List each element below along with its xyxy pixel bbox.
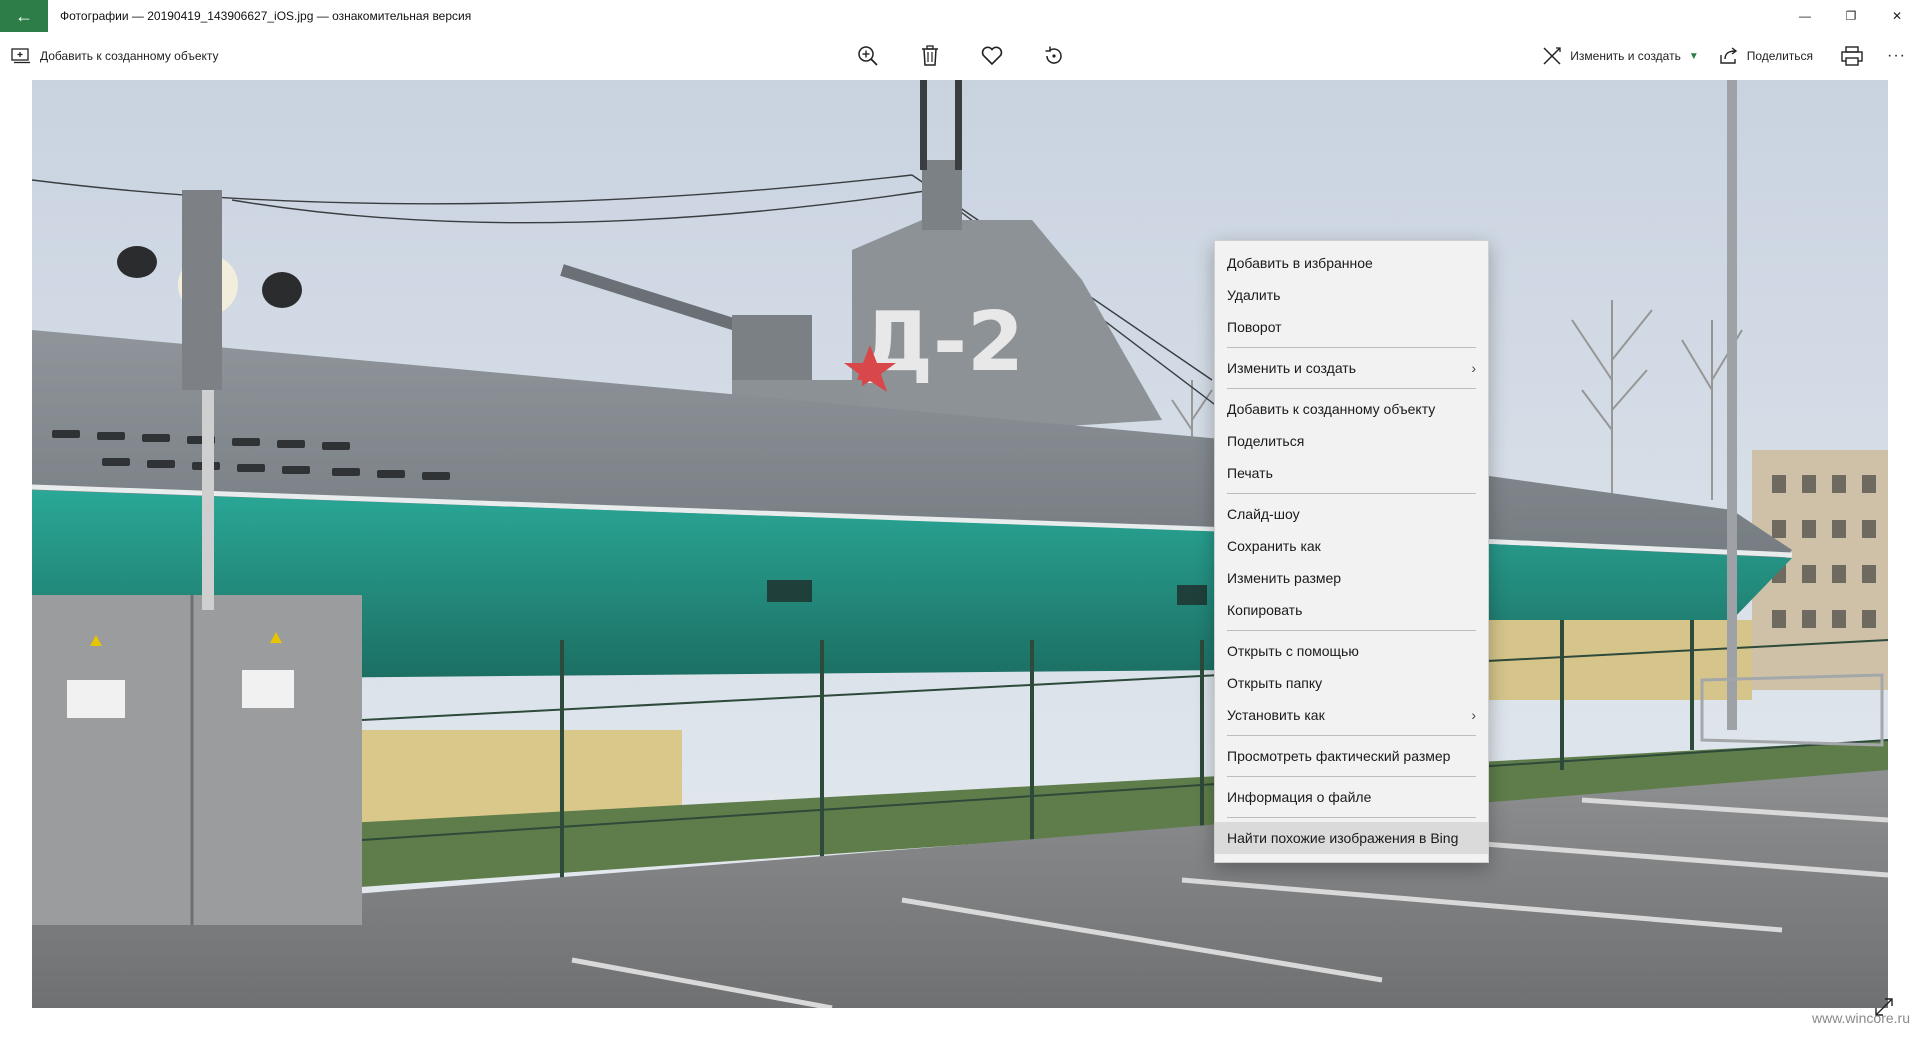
minimize-icon: — xyxy=(1799,9,1811,23)
menu-item-share[interactable]: Поделиться xyxy=(1215,425,1488,457)
menu-item-label: Печать xyxy=(1227,465,1273,481)
menu-item-label: Информация о файле xyxy=(1227,789,1372,805)
menu-separator xyxy=(1227,630,1476,631)
more-button[interactable]: ··· xyxy=(1881,32,1920,80)
menu-item-copy[interactable]: Копировать xyxy=(1215,594,1488,626)
menu-item-resize[interactable]: Изменить размер xyxy=(1215,562,1488,594)
add-to-creation-button[interactable]: Добавить к созданному объекту xyxy=(10,32,219,80)
menu-item-add-to-creation[interactable]: Добавить к созданному объекту xyxy=(1215,393,1488,425)
menu-item-label: Открыть папку xyxy=(1227,675,1323,691)
menu-item-edit-create[interactable]: Изменить и создать › xyxy=(1215,352,1488,384)
menu-item-actual-size[interactable]: Просмотреть фактический размер xyxy=(1215,740,1488,772)
menu-item-label: Сохранить как xyxy=(1227,538,1321,554)
restore-button[interactable]: ❐ xyxy=(1828,0,1874,32)
menu-item-label: Открыть с помощью xyxy=(1227,643,1359,659)
watermark: www.wincore.ru xyxy=(1811,1010,1910,1026)
edit-create-button[interactable]: Изменить и создать ▼ xyxy=(1532,32,1708,80)
close-button[interactable]: ✕ xyxy=(1874,0,1920,32)
close-icon: ✕ xyxy=(1891,9,1903,23)
trash-icon xyxy=(922,45,938,66)
printer-icon xyxy=(1841,46,1863,66)
context-menu: Добавить в избранное Удалить Поворот Изм… xyxy=(1214,240,1489,863)
heart-icon xyxy=(981,46,1003,66)
menu-item-open-with[interactable]: Открыть с помощью xyxy=(1215,635,1488,667)
menu-separator xyxy=(1227,817,1476,818)
command-bar-right: Изменить и создать ▼ Поделиться ··· xyxy=(1532,32,1920,80)
edit-create-label: Изменить и создать xyxy=(1570,49,1681,63)
menu-item-label: Установить как xyxy=(1227,707,1325,723)
menu-separator xyxy=(1227,347,1476,348)
rotate-button[interactable] xyxy=(1036,38,1072,74)
menu-separator xyxy=(1227,735,1476,736)
menu-item-file-info[interactable]: Информация о файле xyxy=(1215,781,1488,813)
menu-item-rotate[interactable]: Поворот xyxy=(1215,311,1488,343)
chevron-right-icon: › xyxy=(1471,707,1476,723)
more-icon: ··· xyxy=(1887,47,1906,64)
window-controls: — ❐ ✕ xyxy=(1782,0,1920,32)
menu-item-label: Добавить в избранное xyxy=(1227,255,1373,271)
delete-button[interactable] xyxy=(912,38,948,74)
photo-viewport[interactable]: Д-2 xyxy=(32,80,1888,1008)
zoom-in-icon xyxy=(858,46,878,66)
menu-item-slideshow[interactable]: Слайд-шоу xyxy=(1215,498,1488,530)
edit-create-icon xyxy=(1543,47,1561,65)
share-label: Поделиться xyxy=(1746,49,1814,63)
menu-item-label: Просмотреть фактический размер xyxy=(1227,748,1451,764)
favorite-button[interactable] xyxy=(974,38,1010,74)
menu-item-label: Слайд-шоу xyxy=(1227,506,1300,522)
menu-item-label: Поворот xyxy=(1227,319,1282,335)
chevron-down-icon: ▼ xyxy=(1688,50,1699,62)
command-bar-center xyxy=(850,32,1072,80)
back-button[interactable]: ← xyxy=(0,0,48,32)
menu-item-label: Изменить размер xyxy=(1227,570,1342,586)
menu-item-delete[interactable]: Удалить xyxy=(1215,279,1488,311)
chevron-right-icon: › xyxy=(1471,360,1476,376)
menu-item-save-as[interactable]: Сохранить как xyxy=(1215,530,1488,562)
title-bar: ← Фотографии — 20190419_143906627_iOS.jp… xyxy=(0,0,1920,32)
menu-item-label: Удалить xyxy=(1227,287,1281,303)
share-button[interactable]: Поделиться xyxy=(1709,32,1823,80)
menu-separator xyxy=(1227,776,1476,777)
arrow-left-icon: ← xyxy=(15,5,33,26)
menu-item-open-folder[interactable]: Открыть папку xyxy=(1215,667,1488,699)
submarine-photo: Д-2 xyxy=(32,80,1888,1008)
menu-item-set-as[interactable]: Установить как › xyxy=(1215,699,1488,731)
menu-item-print[interactable]: Печать xyxy=(1215,457,1488,489)
menu-item-bing-search[interactable]: Найти похожие изображения в Bing xyxy=(1215,822,1488,854)
menu-item-label: Найти похожие изображения в Bing xyxy=(1227,830,1459,846)
zoom-button[interactable] xyxy=(850,38,886,74)
menu-item-favorite[interactable]: Добавить в избранное xyxy=(1215,247,1488,279)
window-title: Фотографии — 20190419_143906627_iOS.jpg … xyxy=(60,9,472,23)
print-button[interactable] xyxy=(1823,32,1881,80)
rotate-icon xyxy=(1045,46,1062,64)
command-bar: Добавить к созданному объекту Изменить и… xyxy=(0,32,1920,80)
menu-item-label: Поделиться xyxy=(1227,433,1305,449)
share-icon xyxy=(1720,47,1737,64)
menu-item-label: Копировать xyxy=(1227,602,1303,618)
add-to-creation-label: Добавить к созданному объекту xyxy=(40,49,219,63)
menu-item-label: Добавить к созданному объекту xyxy=(1227,401,1436,417)
minimize-button[interactable]: — xyxy=(1782,0,1828,32)
menu-separator xyxy=(1227,493,1476,494)
menu-separator xyxy=(1227,388,1476,389)
hull-number: Д-2 xyxy=(860,295,1024,390)
add-to-album-icon xyxy=(10,47,32,65)
restore-icon: ❐ xyxy=(1845,9,1857,23)
menu-item-label: Изменить и создать xyxy=(1227,360,1357,376)
